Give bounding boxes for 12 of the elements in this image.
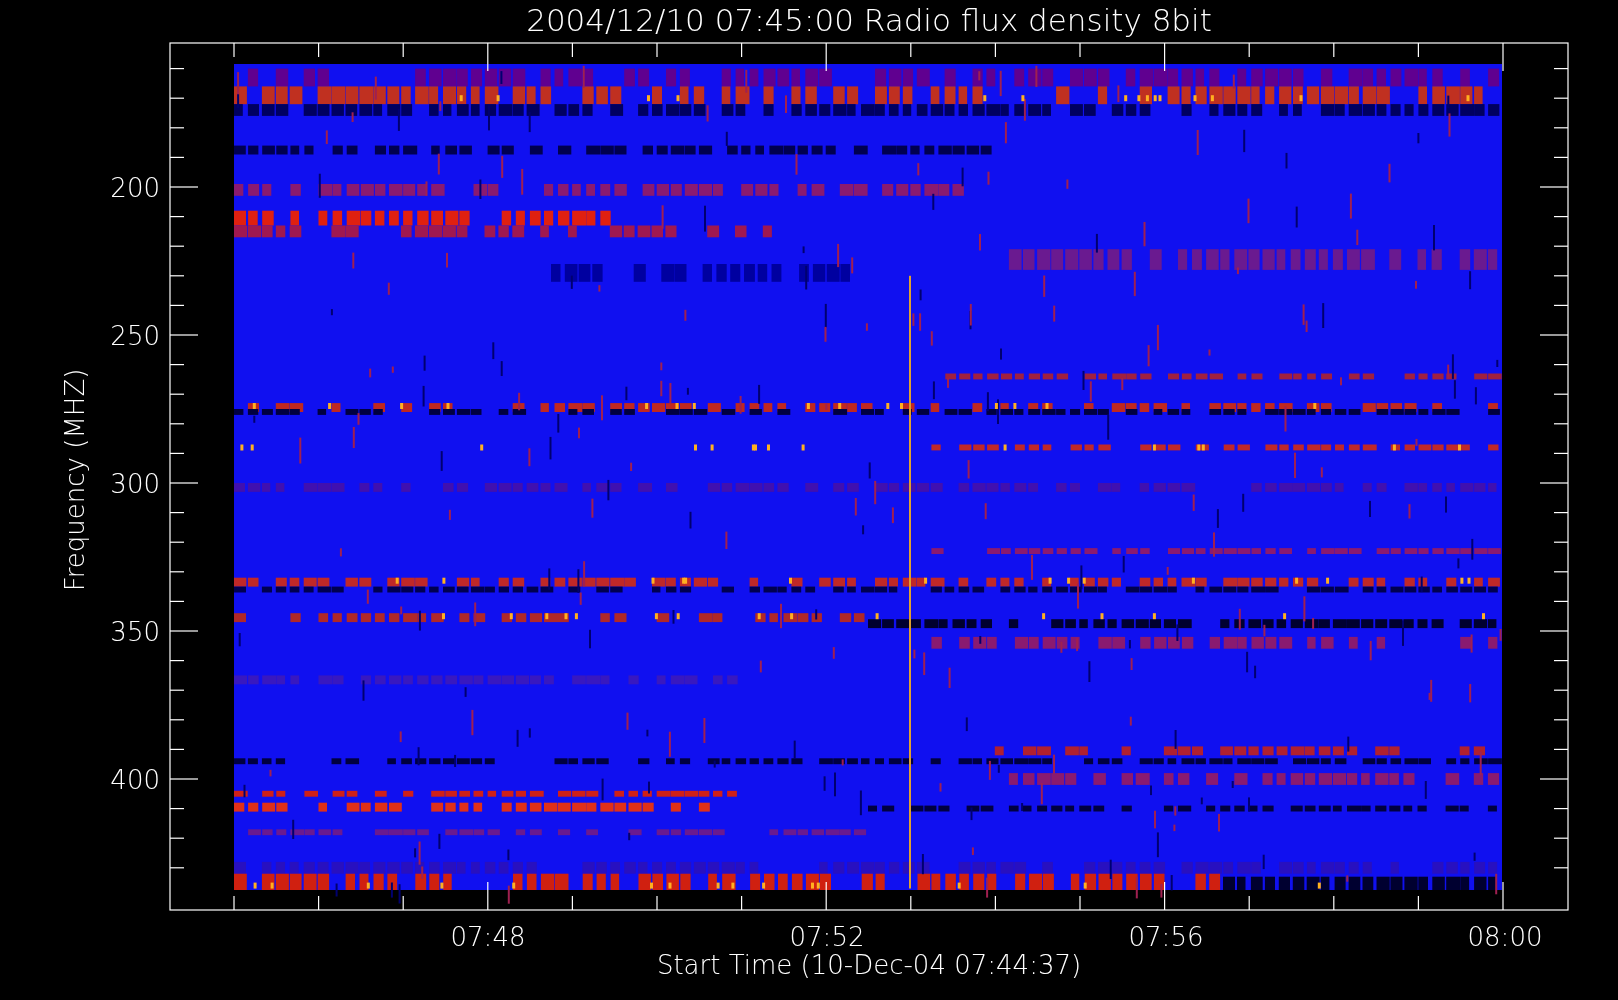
x-tick-label: 07:56 <box>1128 922 1204 952</box>
y-tick-label: 300 <box>110 469 160 499</box>
x-tick-label: 07:48 <box>450 922 526 952</box>
y-axis-title: Frequency (MHZ) <box>60 368 90 592</box>
y-tick-label: 250 <box>110 321 160 351</box>
x-tick-label: 07:52 <box>789 922 865 952</box>
y-tick-label: 350 <box>110 617 160 647</box>
x-tick-label: 08:00 <box>1467 922 1543 952</box>
x-axis-title: Start Time (10-Dec-04 07:44:37) <box>656 950 1082 980</box>
y-tick-label: 200 <box>110 173 160 203</box>
chart-title: 2004/12/10 07:45:00 Radio flux density 8bit <box>526 2 1212 38</box>
y-tick-label: 400 <box>110 765 160 795</box>
